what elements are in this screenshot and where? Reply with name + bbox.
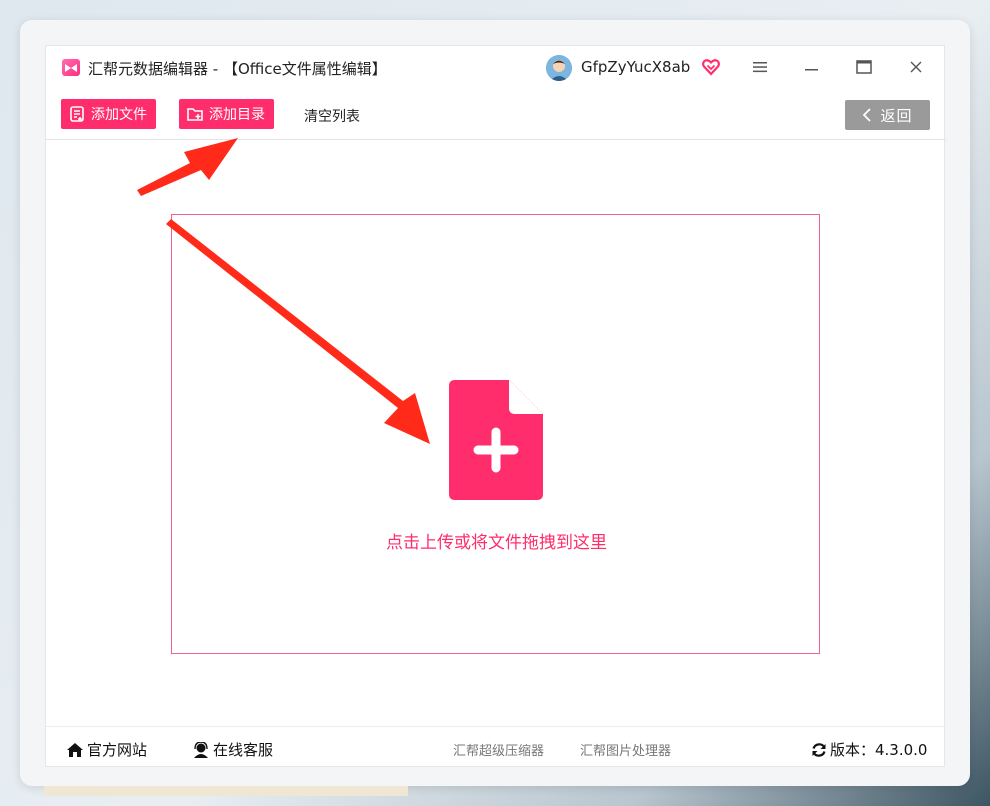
app-logo-icon — [62, 59, 80, 76]
add-file-button[interactable]: 添加文件 — [61, 99, 156, 129]
official-website-label: 官方网站 — [87, 741, 148, 759]
minimize-icon[interactable] — [798, 54, 826, 80]
refresh-icon — [812, 742, 826, 757]
version-label: 版本：4.3.0.0 — [830, 741, 928, 759]
version-info: 版本：4.3.0.0 — [811, 739, 927, 760]
add-file-label: 添加文件 — [91, 107, 147, 123]
drop-zone-text: 点击上传或将文件拖拽到这里 — [386, 533, 607, 553]
online-support-link[interactable]: 在线客服 — [192, 739, 273, 760]
back-label: 返回 — [880, 106, 913, 125]
online-support-label: 在线客服 — [213, 741, 274, 759]
add-folder-button[interactable]: 添加目录 — [179, 99, 274, 129]
footer: 官方网站 在线客服 汇帮超级压缩器 汇帮图片处理器 版本：4.3.0.0 — [46, 726, 946, 768]
toolbar: 添加文件 添加目录 清空列表 返回 — [46, 88, 946, 140]
window-title: 汇帮元数据编辑器 - 【Office文件属性编辑】 — [88, 60, 387, 78]
file-plus-icon[interactable] — [449, 380, 543, 500]
vip-heart-icon[interactable] — [701, 57, 721, 77]
title-bar: 汇帮元数据编辑器 - 【Office文件属性编辑】 GfpZyYucX8ab — [46, 46, 946, 88]
app-window: 汇帮元数据编辑器 - 【Office文件属性编辑】 GfpZyYucX8ab 添… — [45, 45, 946, 768]
username[interactable]: GfpZyYucX8ab — [581, 58, 690, 76]
back-button[interactable]: 返回 — [845, 100, 930, 130]
home-icon — [67, 742, 83, 757]
background-strip — [44, 786, 408, 796]
footer-link-image-processor[interactable]: 汇帮图片处理器 — [580, 740, 671, 759]
support-icon — [194, 741, 208, 758]
clear-list-button[interactable]: 清空列表 — [304, 106, 360, 126]
user-avatar-icon[interactable] — [546, 55, 572, 81]
add-file-icon — [70, 106, 84, 122]
footer-link-compressor[interactable]: 汇帮超级压缩器 — [453, 740, 544, 759]
file-drop-zone[interactable]: 点击上传或将文件拖拽到这里 — [171, 214, 820, 654]
hamburger-menu-icon[interactable] — [746, 54, 774, 80]
add-folder-icon — [187, 108, 203, 121]
chevron-left-icon — [863, 108, 872, 122]
add-folder-label: 添加目录 — [209, 107, 265, 123]
close-icon[interactable] — [902, 54, 930, 80]
maximize-icon[interactable] — [850, 54, 878, 80]
official-website-link[interactable]: 官方网站 — [66, 739, 147, 760]
